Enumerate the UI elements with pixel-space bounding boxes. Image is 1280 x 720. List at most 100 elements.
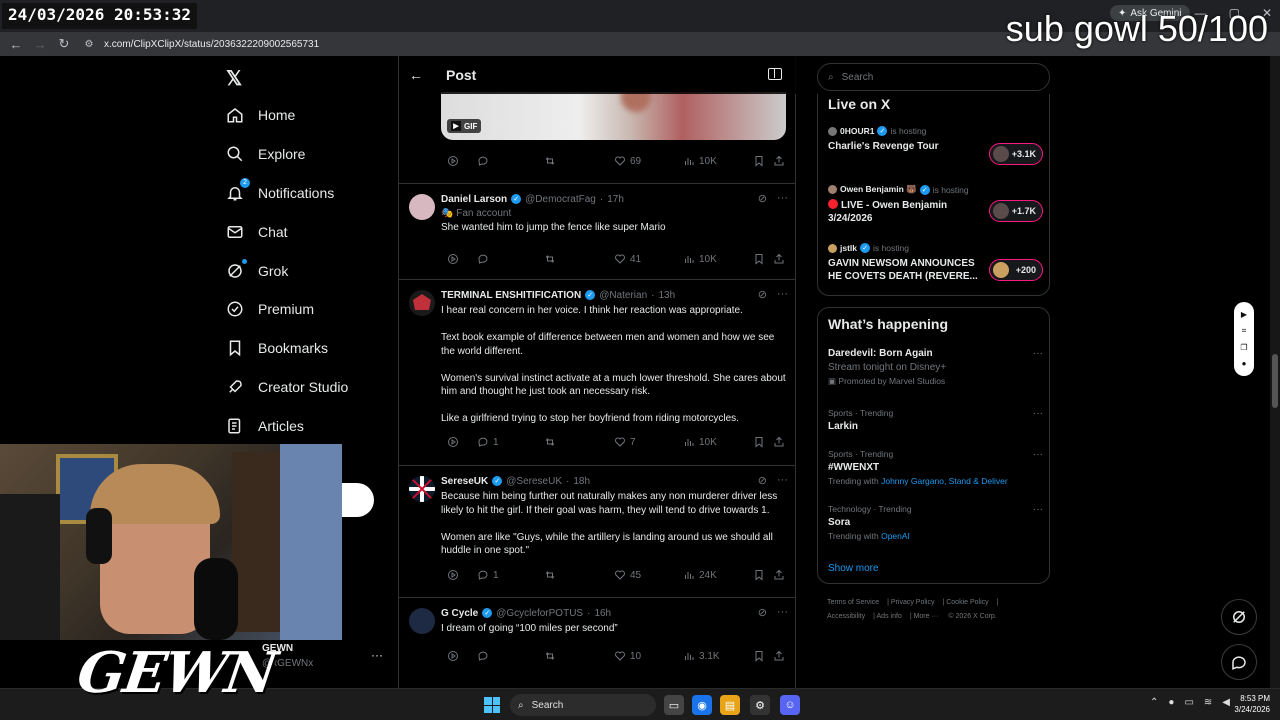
footer-accessibility[interactable]: Accessibility	[827, 613, 865, 620]
avatar[interactable]	[409, 290, 435, 316]
nav-explore[interactable]: Explore	[226, 135, 348, 174]
nav-articles[interactable]: Articles	[226, 406, 348, 445]
share-icon[interactable]	[773, 569, 785, 581]
bookmark-action-icon[interactable]	[753, 155, 765, 167]
forward-icon[interactable]: →	[28, 32, 52, 56]
play-icon[interactable]: ▶	[1241, 310, 1247, 319]
discord-icon[interactable]: ☺	[780, 695, 800, 715]
trend-item[interactable]: Sports · Trending #WWENXT Trending with …	[828, 449, 1043, 486]
avatar[interactable]	[409, 608, 435, 634]
author-name[interactable]: G Cycle	[441, 608, 478, 619]
url-field[interactable]: x.com/ClipXClipX/status/2036322209002565…	[104, 39, 319, 50]
live-item[interactable]: jstlk ✓ is hosting GAVIN NEWSOM ANNOUNCES …	[828, 243, 1043, 283]
live-listeners-pill[interactable]: +1.7K	[989, 200, 1043, 222]
wifi-icon[interactable]: ≋	[1204, 697, 1212, 708]
grok-reply-icon[interactable]	[447, 436, 459, 448]
site-info-icon[interactable]: ⚙	[82, 37, 96, 51]
microphone-icon[interactable]: ●	[1242, 359, 1247, 368]
trending-with-links[interactable]: OpenAI	[881, 531, 910, 541]
live-item[interactable]: Owen Benjamin 🐻 ✓ is hosting LIVE - Owen B…	[828, 184, 1043, 225]
views-button[interactable]: 10K	[683, 253, 717, 265]
grok-reply-icon[interactable]	[447, 155, 459, 167]
author-handle[interactable]: @SereseUK	[506, 476, 562, 487]
scroll-thumb[interactable]	[1272, 354, 1278, 408]
views-button[interactable]: 10K	[683, 155, 717, 167]
repost-icon[interactable]	[544, 569, 556, 581]
trending-with-links[interactable]: Johnny Gargano, Stand & Deliver	[881, 476, 1008, 486]
crop-icon[interactable]: ⌗	[1242, 326, 1247, 336]
windows-start-icon[interactable]	[484, 697, 500, 713]
share-icon[interactable]	[773, 253, 785, 265]
reader-mode-icon[interactable]	[768, 68, 782, 80]
repost-icon[interactable]	[544, 155, 556, 167]
network-icon[interactable]: ▭	[1184, 697, 1193, 708]
reply-icon[interactable]	[477, 155, 489, 167]
chrome-icon[interactable]: ◉	[692, 695, 712, 715]
author-handle[interactable]: @Naterian	[599, 290, 647, 301]
reply-tweet[interactable]: ⊘ ··· SereseUK ✓ @SereseUK · 18h Because him …	[399, 465, 796, 597]
bookmark-action-icon[interactable]	[753, 650, 765, 662]
steam-icon[interactable]: ⚙	[750, 695, 770, 715]
author-name[interactable]: SereseUK	[441, 476, 488, 487]
author-handle[interactable]: @DemocratFag	[525, 194, 596, 205]
nav-chat[interactable]: Chat	[226, 212, 348, 251]
back-arrow-icon[interactable]: ←	[409, 67, 429, 83]
account-more-icon[interactable]: ···	[371, 648, 383, 662]
nav-grok[interactable]: Grok	[226, 251, 348, 290]
grok-reply-icon[interactable]	[447, 569, 459, 581]
x-logo-icon[interactable]: 𝕏	[226, 66, 246, 90]
share-icon[interactable]	[773, 650, 785, 662]
footer-terms[interactable]: Terms of Service	[827, 599, 879, 606]
copy-icon[interactable]: ❐	[1240, 343, 1247, 352]
share-icon[interactable]	[773, 155, 785, 167]
footer-more[interactable]: More ···	[914, 613, 939, 620]
nav-creator-studio[interactable]: Creator Studio	[226, 368, 348, 407]
repost-icon[interactable]	[544, 436, 556, 448]
bookmark-action-icon[interactable]	[753, 569, 765, 581]
nav-home[interactable]: Home	[226, 96, 348, 135]
trend-more-icon[interactable]: ···	[1033, 408, 1043, 419]
reply-tweet[interactable]: ⊘ ··· TERMINAL ENSHITIFICATION ✓ @Naterian ·…	[399, 279, 796, 465]
search-input[interactable]: ⌕ Search	[817, 63, 1050, 91]
trend-more-icon[interactable]: ···	[1033, 504, 1043, 515]
tweet-time[interactable]: 18h	[573, 476, 590, 487]
nav-bookmarks[interactable]: Bookmarks	[226, 329, 348, 368]
back-icon[interactable]: ←	[4, 32, 28, 56]
author-handle[interactable]: @GcycleforPOTUS	[496, 608, 583, 619]
reload-icon[interactable]: ↻	[52, 32, 76, 56]
repost-icon[interactable]	[544, 253, 556, 265]
nav-premium[interactable]: Premium	[226, 290, 348, 329]
trend-more-icon[interactable]: ···	[1033, 348, 1043, 359]
page-scrollbar[interactable]	[1270, 56, 1280, 688]
tweet-time[interactable]: 13h	[658, 290, 675, 301]
like-button[interactable]: 41	[614, 253, 641, 265]
trend-item[interactable]: Daredevil: Born Again Stream tonight on …	[828, 348, 1043, 387]
chevron-up-icon[interactable]: ⌃	[1150, 697, 1158, 708]
trend-more-icon[interactable]: ···	[1033, 449, 1043, 460]
tweet-time[interactable]: 16h	[594, 608, 611, 619]
share-icon[interactable]	[773, 436, 785, 448]
taskbar-search[interactable]: ⌕ Search	[510, 694, 656, 716]
live-listeners-pill[interactable]: +200	[989, 259, 1043, 281]
like-button[interactable]: 45	[614, 569, 641, 581]
reply-icon[interactable]	[477, 253, 489, 265]
bookmark-action-icon[interactable]	[753, 253, 765, 265]
reply-icon[interactable]	[477, 650, 489, 662]
live-listeners-pill[interactable]: +3.1K	[989, 143, 1043, 165]
live-item[interactable]: 0HOUR1 ✓ is hosting Charlie's Revenge Tour…	[828, 126, 1043, 165]
author-name[interactable]: TERMINAL ENSHITIFICATION	[441, 290, 581, 301]
views-button[interactable]: 3.1K	[683, 650, 720, 662]
views-button[interactable]: 10K	[683, 436, 717, 448]
show-more-link[interactable]: Show more	[828, 563, 879, 574]
footer-cookie[interactable]: Cookie Policy	[946, 599, 988, 606]
footer-privacy[interactable]: Privacy Policy	[891, 599, 935, 606]
reply-tweet[interactable]: ⊘ ··· Daniel Larson ✓ @DemocratFag · 17h 🎭 Fa…	[399, 183, 796, 279]
tweet-time[interactable]: 17h	[607, 194, 624, 205]
avatar[interactable]	[409, 476, 435, 502]
trend-item[interactable]: Sports · Trending Larkin ···	[828, 408, 1043, 432]
post-media-gif[interactable]: ▶ GIF	[441, 92, 786, 140]
like-button[interactable]: 7	[614, 436, 636, 448]
chat-fab[interactable]	[1221, 644, 1257, 680]
avatar[interactable]	[409, 194, 435, 220]
file-explorer-icon[interactable]: ▤	[720, 695, 740, 715]
